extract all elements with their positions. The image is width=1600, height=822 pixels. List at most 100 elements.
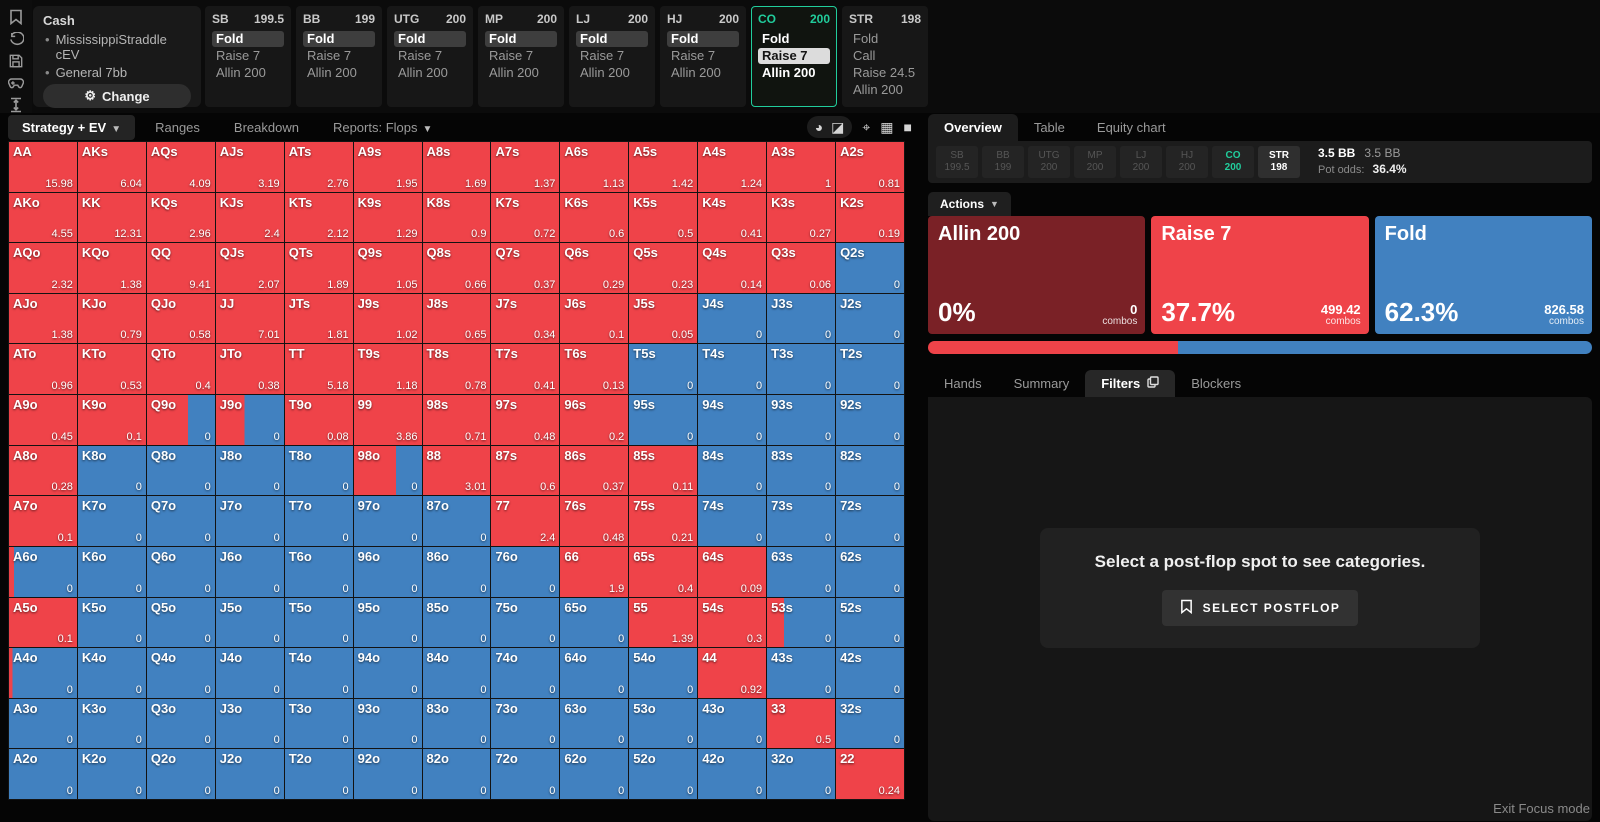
hand-cell-Q9o[interactable]: Q9o 0 [146, 395, 216, 446]
hand-cell-AJs[interactable]: AJs 3.19 [215, 142, 285, 193]
hand-cell-88[interactable]: 88 3.01 [422, 445, 492, 497]
action-option-raise-7[interactable]: Raise 7 [485, 48, 557, 64]
hand-cell-A6o[interactable]: A6o 0 [9, 546, 78, 598]
action-option-raise-7[interactable]: Raise 7 [394, 48, 466, 64]
action-option-raise-7[interactable]: Raise 7 [303, 48, 375, 64]
hand-cell-A4o[interactable]: A4o 0 [9, 648, 78, 699]
hand-cell-T9s[interactable]: T9s 1.18 [353, 344, 423, 396]
hand-cell-Q6o[interactable]: Q6o 0 [146, 546, 216, 598]
hand-cell-QJo[interactable]: QJo 0.58 [146, 293, 216, 345]
hand-cell-93s[interactable]: 93s 0 [767, 395, 837, 446]
hand-cell-K3o[interactable]: K3o 0 [77, 698, 147, 750]
hand-cell-97o[interactable]: 97o 0 [353, 496, 423, 547]
action-option-raise-24-5[interactable]: Raise 24.5 [849, 65, 921, 81]
action-option-fold[interactable]: Fold [303, 31, 375, 47]
tab-hands[interactable]: Hands [928, 370, 998, 397]
hand-cell-AKs[interactable]: AKs 6.04 [77, 142, 147, 193]
hand-cell-22[interactable]: 22 0.24 [836, 749, 905, 800]
hand-cell-T9o[interactable]: T9o 0.08 [284, 395, 354, 446]
hand-cell-Q7s[interactable]: Q7s 0.37 [491, 243, 561, 294]
hand-cell-95o[interactable]: 95o 0 [353, 597, 423, 649]
hand-cell-K2o[interactable]: K2o 0 [77, 749, 147, 800]
hand-cell-K2s[interactable]: K2s 0.19 [836, 192, 905, 244]
hand-cell-KQs[interactable]: KQs 2.96 [146, 192, 216, 244]
hand-cell-65s[interactable]: 65s 0.4 [629, 546, 699, 598]
hand-cell-86o[interactable]: 86o 0 [422, 546, 492, 598]
hand-cell-Q8o[interactable]: Q8o 0 [146, 445, 216, 497]
hand-cell-K4s[interactable]: K4s 0.41 [698, 192, 768, 244]
hand-cell-AQo[interactable]: AQo 2.32 [9, 243, 78, 294]
action-card-raise-7[interactable]: Raise 7 37.7% 499.42 combos [1151, 216, 1369, 334]
hand-cell-KK[interactable]: KK 12.31 [77, 192, 147, 244]
select-postflop-button[interactable]: SELECT POSTFLOP [1161, 589, 1359, 626]
hand-cell-J4o[interactable]: J4o 0 [215, 648, 285, 699]
bookmark-icon[interactable] [7, 9, 25, 25]
hand-cell-T4s[interactable]: T4s 0 [698, 344, 768, 396]
action-option-allin-200[interactable]: Allin 200 [303, 65, 375, 81]
hand-cell-64o[interactable]: 64o 0 [560, 648, 630, 699]
hand-cell-85s[interactable]: 85s 0.11 [629, 445, 699, 497]
hand-cell-43s[interactable]: 43s 0 [767, 648, 837, 699]
hand-cell-AJo[interactable]: AJo 1.38 [9, 293, 78, 345]
grid-layout-icon[interactable]: ▦ [880, 118, 893, 136]
hand-cell-J4s[interactable]: J4s 0 [698, 293, 768, 345]
hand-cell-A3s[interactable]: A3s 1 [767, 142, 837, 193]
tab-equity-chart[interactable]: Equity chart [1081, 114, 1182, 141]
hand-cell-AA[interactable]: AA 15.98 [9, 142, 78, 193]
hand-cell-T3s[interactable]: T3s 0 [767, 344, 837, 396]
hand-cell-J3s[interactable]: J3s 0 [767, 293, 837, 345]
badge-co[interactable]: CO 200 [1212, 146, 1254, 178]
change-button[interactable]: ⚙ Change [43, 84, 191, 108]
hand-cell-33[interactable]: 33 0.5 [767, 698, 837, 750]
tab-summary[interactable]: Summary [998, 370, 1086, 397]
hand-cell-K8o[interactable]: K8o 0 [77, 445, 147, 497]
action-option-allin-200[interactable]: Allin 200 [212, 65, 284, 81]
hand-cell-KTs[interactable]: KTs 2.12 [284, 192, 354, 244]
hand-cell-94o[interactable]: 94o 0 [353, 648, 423, 699]
badge-sb[interactable]: SB 199.5 [936, 146, 978, 178]
hand-cell-A5o[interactable]: A5o 0.1 [9, 597, 78, 649]
hand-cell-65o[interactable]: 65o 0 [560, 597, 630, 649]
hand-cell-55[interactable]: 55 1.39 [629, 597, 699, 649]
hand-cell-T4o[interactable]: T4o 0 [284, 648, 354, 699]
hand-cell-53o[interactable]: 53o 0 [629, 698, 699, 750]
hand-cell-Q3o[interactable]: Q3o 0 [146, 698, 216, 750]
hand-cell-Q8s[interactable]: Q8s 0.66 [422, 243, 492, 294]
hand-cell-32s[interactable]: 32s 0 [836, 698, 905, 750]
hand-cell-76o[interactable]: 76o 0 [491, 546, 561, 598]
hand-cell-53s[interactable]: 53s 0 [767, 597, 837, 649]
hand-cell-J6s[interactable]: J6s 0.1 [560, 293, 630, 345]
hand-cell-94s[interactable]: 94s 0 [698, 395, 768, 446]
action-option-fold[interactable]: Fold [394, 31, 466, 47]
hand-cell-K9s[interactable]: K9s 1.29 [353, 192, 423, 244]
hand-cell-T8o[interactable]: T8o 0 [284, 445, 354, 497]
hand-cell-74o[interactable]: 74o 0 [491, 648, 561, 699]
hand-cell-92s[interactable]: 92s 0 [836, 395, 905, 446]
hand-cell-J9o[interactable]: J9o 0 [215, 395, 285, 446]
pie-mode-icon[interactable]: ◕ [815, 118, 823, 136]
hand-cell-A3o[interactable]: A3o 0 [9, 698, 78, 750]
position-card-str[interactable]: STR 198 Fold Call Raise 24.5 Allin 200 [842, 6, 928, 107]
action-card-allin-200[interactable]: Allin 200 0% 0 combos [928, 216, 1146, 334]
tab-reports-flops[interactable]: Reports: Flops ▼ [319, 115, 446, 140]
hand-cell-93o[interactable]: 93o 0 [353, 698, 423, 750]
hand-cell-JTo[interactable]: JTo 0.38 [215, 344, 285, 396]
hand-cell-QJs[interactable]: QJs 2.07 [215, 243, 285, 294]
badge-bb[interactable]: BB 199 [982, 146, 1024, 178]
action-option-allin-200[interactable]: Allin 200 [849, 82, 921, 98]
action-option-allin-200[interactable]: Allin 200 [485, 65, 557, 81]
hand-cell-A8s[interactable]: A8s 1.69 [422, 142, 492, 193]
hand-cell-J2s[interactable]: J2s 0 [836, 293, 905, 345]
hand-cell-T6o[interactable]: T6o 0 [284, 546, 354, 598]
tab-filters[interactable]: Filters [1085, 370, 1176, 397]
position-card-utg[interactable]: UTG 200 Fold Raise 7 Allin 200 [387, 6, 473, 107]
hand-cell-J6o[interactable]: J6o 0 [215, 546, 285, 598]
hand-cell-K5s[interactable]: K5s 0.5 [629, 192, 699, 244]
hand-cell-A7o[interactable]: A7o 0.1 [9, 496, 78, 547]
hand-cell-Q2o[interactable]: Q2o 0 [146, 749, 216, 800]
hand-cell-K4o[interactable]: K4o 0 [77, 648, 147, 699]
tab-strategy-ev[interactable]: Strategy + EV ▼ [8, 115, 136, 140]
stack-depth-icon[interactable] [7, 97, 25, 113]
badge-mp[interactable]: MP 200 [1074, 146, 1116, 178]
actions-dropdown[interactable]: Actions ▼ [928, 192, 1011, 216]
